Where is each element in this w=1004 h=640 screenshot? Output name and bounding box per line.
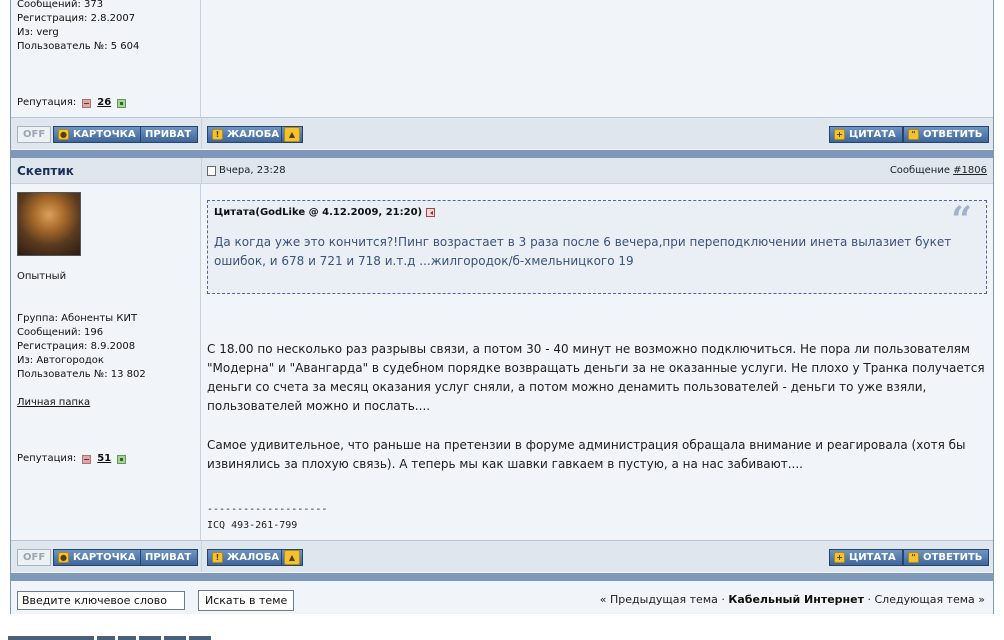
search-input[interactable]: [17, 591, 185, 610]
post-1-messages: Сообщений: 373: [17, 0, 104, 10]
message-link[interactable]: #1806: [953, 165, 987, 176]
post-divider: [11, 573, 993, 581]
plus-icon: +: [834, 552, 845, 563]
user-from: Из: Автогородок: [17, 355, 104, 366]
arrow-up-icon: ▲: [284, 127, 300, 142]
quote-icon: ": [908, 552, 919, 563]
message-paragraph-2: Самое удивительное, что раньше на претен…: [207, 438, 966, 471]
search-topic-button[interactable]: Искать в теме: [198, 590, 295, 611]
private-button[interactable]: ПРИВАТ: [140, 126, 199, 143]
user-messages: Сообщений: 196: [17, 327, 104, 338]
post-2-content: Цитата(GodLike @ 4.12.2009, 21:20) “ Да …: [202, 184, 993, 540]
post-2-button-bar: OFF ● КАРТОЧКА ПРИВАТ ! ЖАЛОБА ▲ + ЦИТАТА "…: [11, 540, 993, 572]
reputation-plus-icon[interactable]: [117, 454, 127, 464]
quote-button[interactable]: + ЦИТАТА: [829, 549, 903, 566]
signature-separator: --------------------: [207, 504, 328, 515]
user-rank: Опытный: [17, 271, 67, 282]
next-topic-link[interactable]: Следующая тема »: [874, 593, 985, 606]
card-button[interactable]: ● КАРТОЧКА: [53, 126, 143, 143]
warning-icon: !: [212, 552, 223, 563]
user-icon: ●: [58, 129, 69, 140]
complaint-button[interactable]: ! ЖАЛОБА: [207, 126, 287, 143]
post-author[interactable]: Скептик: [17, 164, 74, 178]
post-1-user-number: Пользователь №: 5 604: [17, 41, 140, 52]
quote-text: Да когда уже это кончится?!Пинг возраста…: [214, 235, 952, 268]
user-registration: Регистрация: 8.9.2008: [17, 341, 136, 352]
scroll-top-button[interactable]: ▲: [281, 126, 303, 143]
post-2-author-panel: Опытный Группа: Абоненты КИТ Сообщений: …: [11, 184, 201, 540]
post-1-button-bar: OFF ● КАРТОЧКА ПРИВАТ ! ЖАЛОБА ▲ + ЦИТАТА "…: [11, 117, 993, 149]
quote-title: Цитата(GodLike @ 4.12.2009, 21:20): [208, 201, 986, 225]
post-divider: [11, 150, 993, 158]
pagination-stub: [8, 636, 211, 640]
quote-button[interactable]: + ЦИТАТА: [829, 126, 903, 143]
scroll-top-button[interactable]: ▲: [281, 549, 303, 566]
reply-button[interactable]: " ОТВЕТИТЬ: [903, 549, 990, 566]
topic-footer: Искать в теме « Предыдущая тема · Кабель…: [11, 581, 993, 613]
personal-folder-link[interactable]: Личная папка: [17, 396, 90, 410]
message-number: Сообщение #1806: [889, 165, 987, 176]
reputation-label: Репутация:: [17, 453, 77, 464]
reputation-value[interactable]: 26: [97, 96, 111, 110]
post-date: Вчера, 23:28: [207, 165, 286, 176]
post-1-author-panel: Сообщений: 373 Регистрация: 2.8.2007 Из:…: [11, 0, 201, 117]
post-2-body: Опытный Группа: Абоненты КИТ Сообщений: …: [11, 184, 993, 540]
post-1-content: [202, 0, 993, 117]
avatar[interactable]: [17, 192, 81, 256]
user-group: Группа: Абоненты КИТ: [17, 313, 138, 324]
post-doc-icon: [207, 165, 216, 176]
off-button[interactable]: OFF: [17, 126, 52, 143]
post-1-body: Сообщений: 373 Регистрация: 2.8.2007 Из:…: [11, 0, 993, 117]
card-button[interactable]: ● КАРТОЧКА: [53, 549, 143, 566]
warning-icon: !: [212, 129, 223, 140]
reputation-plus-icon[interactable]: [117, 98, 127, 108]
reputation-minus-icon[interactable]: [82, 98, 92, 108]
user-icon: ●: [58, 552, 69, 563]
reputation-minus-icon[interactable]: [82, 454, 92, 464]
topic-navigation: « Предыдущая тема · Кабельный Интернет ·…: [599, 593, 985, 606]
quote-icon: ": [908, 129, 919, 140]
private-button[interactable]: ПРИВАТ: [140, 549, 199, 566]
plus-icon: +: [834, 129, 845, 140]
reputation-label: Репутация:: [17, 97, 77, 108]
post-2-header: Скептик Вчера, 23:28 Сообщение #1806: [11, 158, 993, 184]
quote-source-arrow-icon[interactable]: [426, 208, 436, 217]
message-paragraph-1: С 18.00 по несколько раз разрывы связи, …: [207, 342, 985, 413]
quote-marks-icon: “: [951, 199, 972, 241]
post-2-reputation: Репутация: 51: [17, 452, 127, 466]
arrow-up-icon: ▲: [284, 550, 300, 565]
reply-button[interactable]: " ОТВЕТИТЬ: [903, 126, 990, 143]
previous-topic-link[interactable]: « Предыдущая тема: [600, 593, 718, 606]
quote-block: Цитата(GodLike @ 4.12.2009, 21:20) “ Да …: [207, 199, 987, 294]
post-1-reputation: Репутация: 26: [17, 96, 127, 110]
complaint-button[interactable]: ! ЖАЛОБА: [207, 549, 287, 566]
user-number: Пользователь №: 13 802: [17, 369, 146, 380]
post-1-from: Из: verg: [17, 27, 59, 38]
reputation-value[interactable]: 51: [97, 452, 111, 466]
signature-text: ICQ 493-261-799: [207, 520, 298, 531]
current-topic: Кабельный Интернет: [728, 593, 864, 606]
post-1-registration: Регистрация: 2.8.2007: [17, 13, 136, 24]
forum-frame: Сообщений: 373 Регистрация: 2.8.2007 Из:…: [10, 0, 994, 614]
off-button[interactable]: OFF: [17, 549, 52, 566]
